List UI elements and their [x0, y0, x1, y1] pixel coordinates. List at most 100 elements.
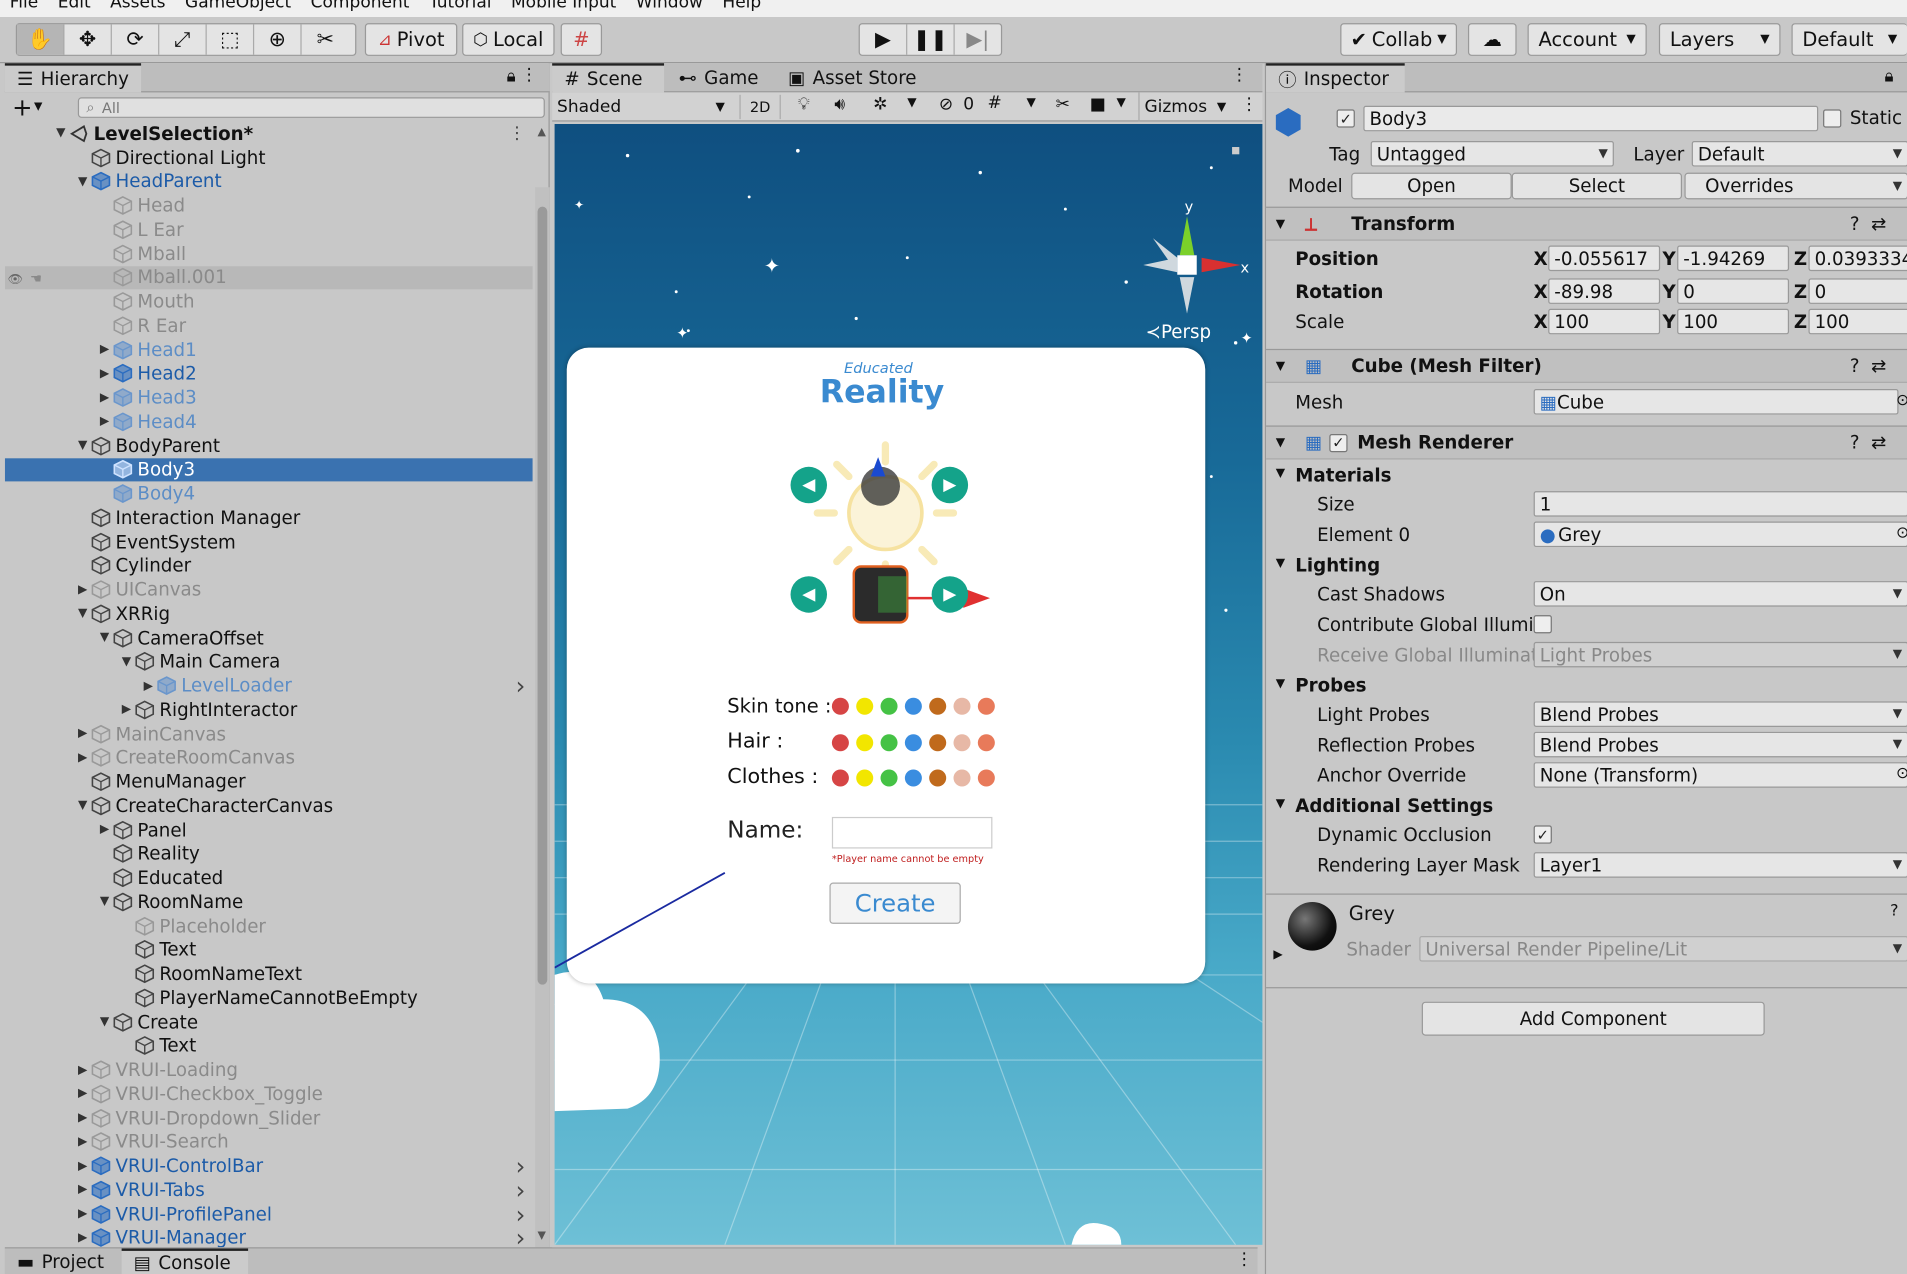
hierarchy-item[interactable]: ▼ Create: [5, 1010, 533, 1034]
tab-game[interactable]: ⊷ Game: [666, 63, 770, 92]
color-swatch[interactable]: [953, 769, 971, 787]
menu-item[interactable]: Assets: [110, 0, 165, 12]
color-swatch[interactable]: [831, 697, 849, 715]
mesh-filter-component-header[interactable]: ▼ ▦ Cube (Mesh Filter) ? ⇄: [1266, 348, 1907, 383]
tab-console[interactable]: ▤ Console: [121, 1248, 249, 1274]
open-prefab-chevron-icon[interactable]: ›: [516, 671, 526, 700]
hierarchy-item[interactable]: Educated: [5, 866, 533, 890]
expand-right-icon[interactable]: ▶: [75, 751, 90, 764]
chevron-down-icon[interactable]: ▼: [34, 101, 42, 113]
color-swatch[interactable]: [880, 697, 898, 715]
anchor-override-field[interactable]: None (Transform): [1533, 762, 1907, 788]
lighting-foldout-label[interactable]: Lighting: [1295, 554, 1380, 576]
tag-dropdown[interactable]: Untagged: [1370, 141, 1614, 167]
help-icon[interactable]: ?: [1890, 902, 1898, 920]
chevron-down-icon[interactable]: ▼: [1026, 96, 1035, 109]
shader-dropdown[interactable]: Universal Render Pipeline/Lit: [1419, 936, 1907, 962]
hierarchy-item[interactable]: ▶ VRUI-ProfilePanel ›: [5, 1199, 533, 1228]
chevron-right-icon[interactable]: ▶: [1273, 948, 1282, 961]
hierarchy-item[interactable]: ▶ VRUI-Manager ›: [5, 1223, 533, 1248]
account-dropdown[interactable]: Account ▼: [1527, 23, 1647, 56]
hierarchy-item[interactable]: L Ear: [5, 218, 533, 242]
mesh-object-field[interactable]: ▦ Cube: [1533, 389, 1899, 415]
hidden-objects-icon[interactable]: ⊘: [939, 95, 953, 114]
chevron-down-icon[interactable]: ▼: [1276, 677, 1285, 690]
more-menu-icon[interactable]: ⋮: [1236, 1250, 1253, 1269]
hierarchy-item[interactable]: ▶ Head1: [5, 338, 533, 362]
shading-mode-dropdown[interactable]: Shaded ▼: [557, 92, 730, 121]
menu-item[interactable]: GameObject: [185, 0, 291, 12]
expand-down-icon[interactable]: ▼: [119, 655, 134, 668]
axis-x-label[interactable]: X: [1534, 248, 1548, 270]
light-probes-field[interactable]: Blend Probes: [1533, 701, 1907, 727]
more-menu-icon[interactable]: ⋮: [1231, 66, 1248, 85]
overrides-dropdown[interactable]: Overrides: [1684, 172, 1907, 200]
hierarchy-item[interactable]: ▼ LevelSelection* ⋮: [5, 122, 533, 146]
hierarchy-item[interactable]: ▶ Head3: [5, 386, 533, 410]
expand-down-icon[interactable]: ▼: [97, 895, 112, 908]
scale-z-field[interactable]: 100: [1808, 308, 1907, 335]
grid-toggle-icon[interactable]: #: [988, 94, 1002, 113]
color-swatch[interactable]: [953, 697, 971, 715]
hierarchy-item[interactable]: ▶ CreateRoomCanvas: [5, 746, 533, 770]
expand-right-icon[interactable]: ▶: [75, 1159, 90, 1172]
open-prefab-chevron-icon[interactable]: ›: [516, 1223, 526, 1247]
hierarchy-item[interactable]: ▼ RoomName: [5, 890, 533, 914]
expand-right-icon[interactable]: ▶: [75, 583, 90, 596]
audio-icon[interactable]: 🔊︎: [834, 95, 845, 114]
hierarchy-item[interactable]: ▼ Main Camera: [5, 650, 533, 674]
hierarchy-item[interactable]: Placeholder: [5, 914, 533, 938]
hierarchy-item[interactable]: ▶ VRUI-Loading: [5, 1058, 533, 1082]
color-swatch[interactable]: [977, 697, 995, 715]
menu-item[interactable]: File: [10, 0, 39, 12]
add-component-button[interactable]: Add Component: [1421, 1001, 1765, 1036]
color-swatch[interactable]: [856, 769, 874, 787]
expand-right-icon[interactable]: ▶: [119, 703, 134, 716]
lock-icon[interactable]: 🔒︎: [1885, 67, 1894, 86]
object-picker-icon[interactable]: ⊙: [1896, 391, 1907, 409]
move-tool-icon[interactable]: ✥: [64, 24, 112, 55]
scene-viewport[interactable]: ✦ ✦ ✦ ✦ y x ≺Persp ▪ Educated Reality ◀ …: [554, 123, 1263, 1245]
preset-icon[interactable]: ⇄: [1871, 213, 1886, 235]
contribute-global-illumination-checkbox[interactable]: [1533, 615, 1552, 634]
hierarchy-search-input[interactable]: ⌕ All: [77, 97, 545, 118]
hand-tool-icon[interactable]: ✋: [17, 24, 65, 55]
color-swatch[interactable]: [929, 734, 947, 752]
rotation-x-field[interactable]: -89.98: [1548, 278, 1661, 304]
mesh-renderer-enabled-checkbox[interactable]: ✓: [1329, 433, 1348, 452]
expand-right-icon[interactable]: ▶: [97, 343, 112, 356]
object-name-field[interactable]: Body3: [1363, 105, 1819, 132]
gizmos-dropdown[interactable]: Gizmos ▼: [1138, 92, 1226, 122]
hierarchy-item[interactable]: ▼ CameraOffset: [5, 626, 533, 650]
expand-down-icon[interactable]: ▼: [97, 1015, 112, 1028]
hierarchy-item[interactable]: RoomNameText: [5, 962, 533, 986]
menu-item[interactable]: Component: [311, 0, 410, 12]
create-plus-icon[interactable]: +: [12, 92, 32, 121]
expand-right-icon[interactable]: ▶: [75, 1207, 90, 1220]
hierarchy-item[interactable]: Cylinder: [5, 554, 533, 578]
pause-icon[interactable]: ❚❚: [907, 24, 955, 55]
camera-icon[interactable]: ■: [1090, 95, 1106, 114]
expand-down-icon[interactable]: ▼: [75, 439, 90, 452]
color-swatch[interactable]: [953, 734, 971, 752]
transform-component-header[interactable]: ▼ ⟂ Transform ? ⇄: [1266, 206, 1907, 241]
more-menu-icon[interactable]: ⋮: [521, 66, 538, 85]
hierarchy-item[interactable]: ▼ BodyParent: [5, 434, 533, 458]
model-select-button[interactable]: Select: [1511, 172, 1683, 200]
chevron-down-icon[interactable]: ▼: [907, 96, 916, 109]
mesh-renderer-component-header[interactable]: ▼ ▦ ✓ Mesh Renderer ? ⇄: [1266, 425, 1907, 460]
expand-down-icon[interactable]: ▼: [75, 175, 90, 188]
expand-right-icon[interactable]: ▶: [97, 415, 112, 428]
chevron-down-icon[interactable]: ▼: [1116, 96, 1125, 109]
rotate-tool-icon[interactable]: ⟳: [112, 24, 160, 55]
hierarchy-item[interactable]: ▶ VRUI-Search: [5, 1130, 533, 1154]
position-x-field[interactable]: -0.055617: [1548, 245, 1661, 272]
expand-down-icon[interactable]: ▼: [97, 631, 112, 644]
hierarchy-item[interactable]: Mouth: [5, 290, 533, 314]
pickable-hand-icon[interactable]: ☚: [30, 272, 42, 288]
receive-global-illumination-field[interactable]: Light Probes: [1533, 641, 1907, 668]
expand-right-icon[interactable]: ▶: [75, 1063, 90, 1076]
scale-x-field[interactable]: 100: [1548, 308, 1661, 335]
chevron-down-icon[interactable]: ▼: [1276, 797, 1285, 810]
transform-tool-icon[interactable]: ⊕: [254, 24, 302, 55]
